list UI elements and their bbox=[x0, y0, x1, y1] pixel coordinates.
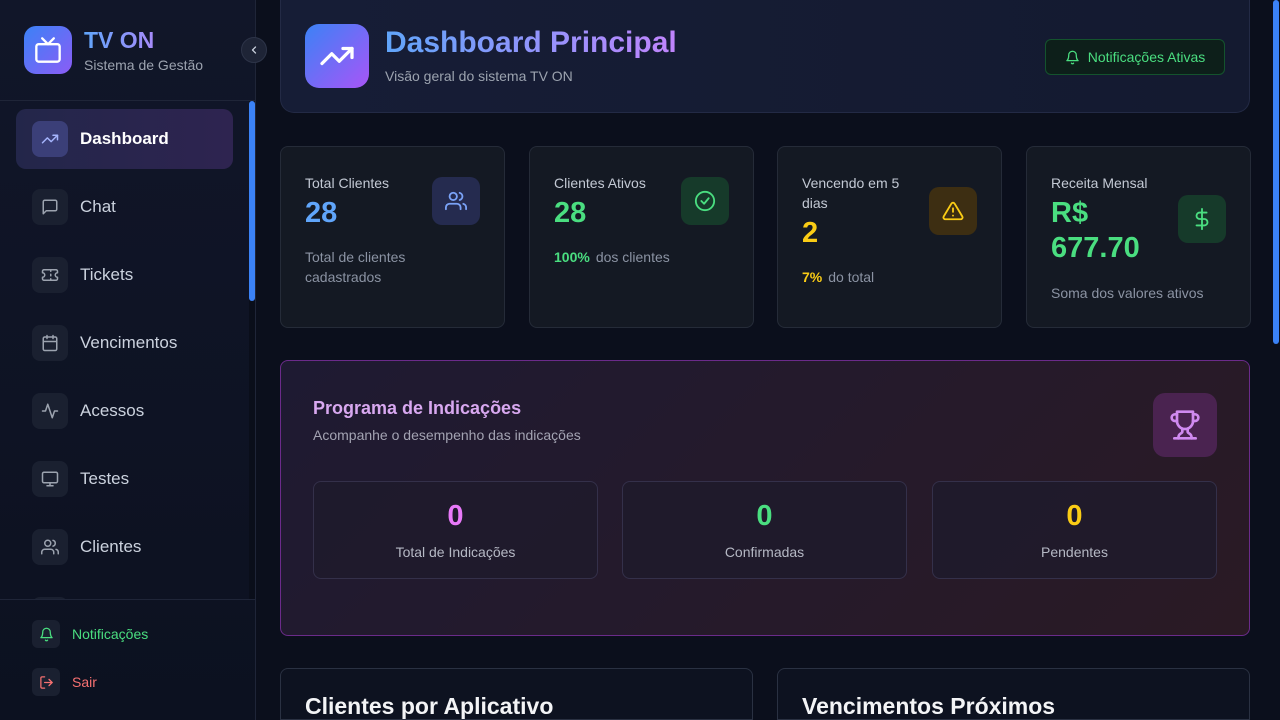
dashboard-header: Dashboard Principal Visão geral do siste… bbox=[280, 0, 1250, 113]
referral-confirmed-box: 0 Confirmadas bbox=[622, 481, 907, 579]
bell-icon bbox=[32, 620, 60, 648]
sidebar-footer: Notificações Sair bbox=[0, 599, 255, 720]
referral-pending-box: 0 Pendentes bbox=[932, 481, 1217, 579]
calendar-icon bbox=[32, 325, 68, 361]
sidebar-item-tickets[interactable]: Tickets bbox=[16, 245, 233, 305]
referral-label: Total de Indicações bbox=[395, 544, 516, 560]
notifications-active-button[interactable]: Notificações Ativas bbox=[1045, 39, 1225, 75]
sidebar-item-label: Clientes bbox=[80, 537, 142, 556]
sidebar-item-next[interactable] bbox=[16, 585, 233, 599]
brand-title: TV ON bbox=[84, 27, 155, 53]
stat-highlight: 7% bbox=[802, 269, 823, 285]
referral-value: 0 bbox=[1066, 500, 1083, 532]
main-content: Dashboard Principal Visão geral do siste… bbox=[256, 0, 1280, 720]
users-icon bbox=[32, 529, 68, 565]
sidebar-nav: Dashboard Chat Tickets Vencimentos Acess… bbox=[0, 101, 249, 599]
stat-description: 100% dos clientes bbox=[554, 247, 670, 267]
sidebar-item-chat[interactable]: Chat bbox=[16, 177, 233, 237]
sidebar-item-testes[interactable]: Testes bbox=[16, 449, 233, 509]
stat-card-revenue: Receita Mensal R$ 677.70 Soma dos valore… bbox=[1026, 146, 1251, 328]
referral-subtitle: Acompanhe o desempenho das indicações bbox=[313, 427, 581, 443]
sidebar-item-clientes[interactable]: Clientes bbox=[16, 517, 233, 577]
notifications-link[interactable]: Notificações bbox=[32, 620, 148, 648]
notifications-button-label: Notificações Ativas bbox=[1087, 49, 1206, 65]
notifications-label: Notificações bbox=[72, 626, 149, 642]
card-title: Clientes por Aplicativo bbox=[305, 693, 554, 719]
stat-value: R$ 677.70 bbox=[1051, 197, 1140, 264]
trophy-icon bbox=[1153, 393, 1217, 457]
sidebar: TV ON Sistema de Gestão Dashboard Chat T… bbox=[0, 0, 267, 720]
stat-label: Clientes Ativos bbox=[554, 175, 646, 191]
chevron-left-icon bbox=[251, 46, 257, 54]
bell-icon bbox=[1066, 50, 1079, 64]
trending-up-icon bbox=[305, 24, 369, 88]
referral-label: Pendentes bbox=[1041, 544, 1108, 560]
brand-subtitle: Sistema de Gestão bbox=[84, 57, 204, 73]
check-circle-icon bbox=[681, 177, 729, 225]
logout-icon bbox=[32, 668, 60, 696]
sidebar-scrollbar-thumb[interactable] bbox=[249, 101, 255, 301]
stat-value: 28 bbox=[554, 197, 587, 229]
stat-label: Vencendo em 5 dias bbox=[802, 175, 900, 211]
logout-button[interactable]: Sair bbox=[32, 668, 97, 696]
stat-label: Receita Mensal bbox=[1051, 175, 1148, 191]
referral-label: Confirmadas bbox=[724, 544, 805, 560]
sidebar-item-dashboard[interactable]: Dashboard bbox=[16, 109, 233, 169]
sidebar-item-vencimentos[interactable]: Vencimentos bbox=[16, 313, 233, 373]
dollar-icon bbox=[1178, 195, 1226, 243]
stat-card-total-clients: Total Clientes 28 Total de clientes cada… bbox=[280, 146, 505, 328]
referral-program-card: Programa de Indicações Acompanhe o desem… bbox=[280, 360, 1250, 636]
stat-description: Total de clientes cadastrados bbox=[305, 249, 406, 285]
page-title: Dashboard Principal bbox=[385, 26, 677, 59]
sidebar-item-label: Vencimentos bbox=[80, 333, 178, 352]
alert-triangle-icon bbox=[929, 187, 977, 235]
upcoming-expirations-card: Vencimentos Próximos bbox=[777, 668, 1250, 720]
clients-by-app-card: Clientes por Aplicativo bbox=[280, 668, 753, 720]
stat-desc-text: dos clientes bbox=[595, 249, 670, 265]
stat-description: 7% do total bbox=[802, 267, 874, 287]
stat-description: Soma dos valores ativos bbox=[1051, 285, 1204, 301]
stat-value: 2 bbox=[802, 217, 819, 249]
monitor-icon bbox=[32, 461, 68, 497]
stat-desc-text: do total bbox=[828, 269, 875, 285]
page-scrollbar-thumb[interactable] bbox=[1273, 0, 1279, 344]
stat-highlight: 100% bbox=[554, 249, 590, 265]
card-title: Vencimentos Próximos bbox=[802, 693, 1056, 719]
sidebar-item-label: Tickets bbox=[80, 265, 134, 284]
sidebar-item-label: Dashboard bbox=[80, 129, 169, 148]
collapse-sidebar-button[interactable] bbox=[241, 37, 267, 63]
referral-total-box: 0 Total de Indicações bbox=[313, 481, 598, 579]
stat-card-active-clients: Clientes Ativos 28 100% dos clientes bbox=[529, 146, 754, 328]
logout-label: Sair bbox=[72, 674, 97, 690]
tv-icon bbox=[24, 26, 72, 74]
stat-card-expiring: Vencendo em 5 dias 2 7% do total bbox=[777, 146, 1002, 328]
referral-title: Programa de Indicações bbox=[313, 398, 522, 418]
stat-value: 28 bbox=[305, 197, 338, 229]
message-square-icon bbox=[32, 189, 68, 225]
sidebar-item-acessos[interactable]: Acessos bbox=[16, 381, 233, 441]
activity-icon bbox=[32, 393, 68, 429]
stat-label: Total Clientes bbox=[305, 175, 390, 191]
page-subtitle: Visão geral do sistema TV ON bbox=[385, 68, 573, 84]
app-root: TV ON Sistema de Gestão Dashboard Chat T… bbox=[0, 0, 1280, 720]
sidebar-item-label: Testes bbox=[80, 469, 130, 488]
referral-value: 0 bbox=[447, 500, 464, 532]
trending-up-icon bbox=[32, 121, 68, 157]
users-icon bbox=[432, 177, 480, 225]
sidebar-item-label: Chat bbox=[80, 197, 116, 216]
sidebar-item-label: Acessos bbox=[80, 401, 145, 420]
referral-value: 0 bbox=[756, 500, 773, 532]
ticket-icon bbox=[32, 257, 68, 293]
brand-header: TV ON Sistema de Gestão bbox=[0, 0, 255, 101]
